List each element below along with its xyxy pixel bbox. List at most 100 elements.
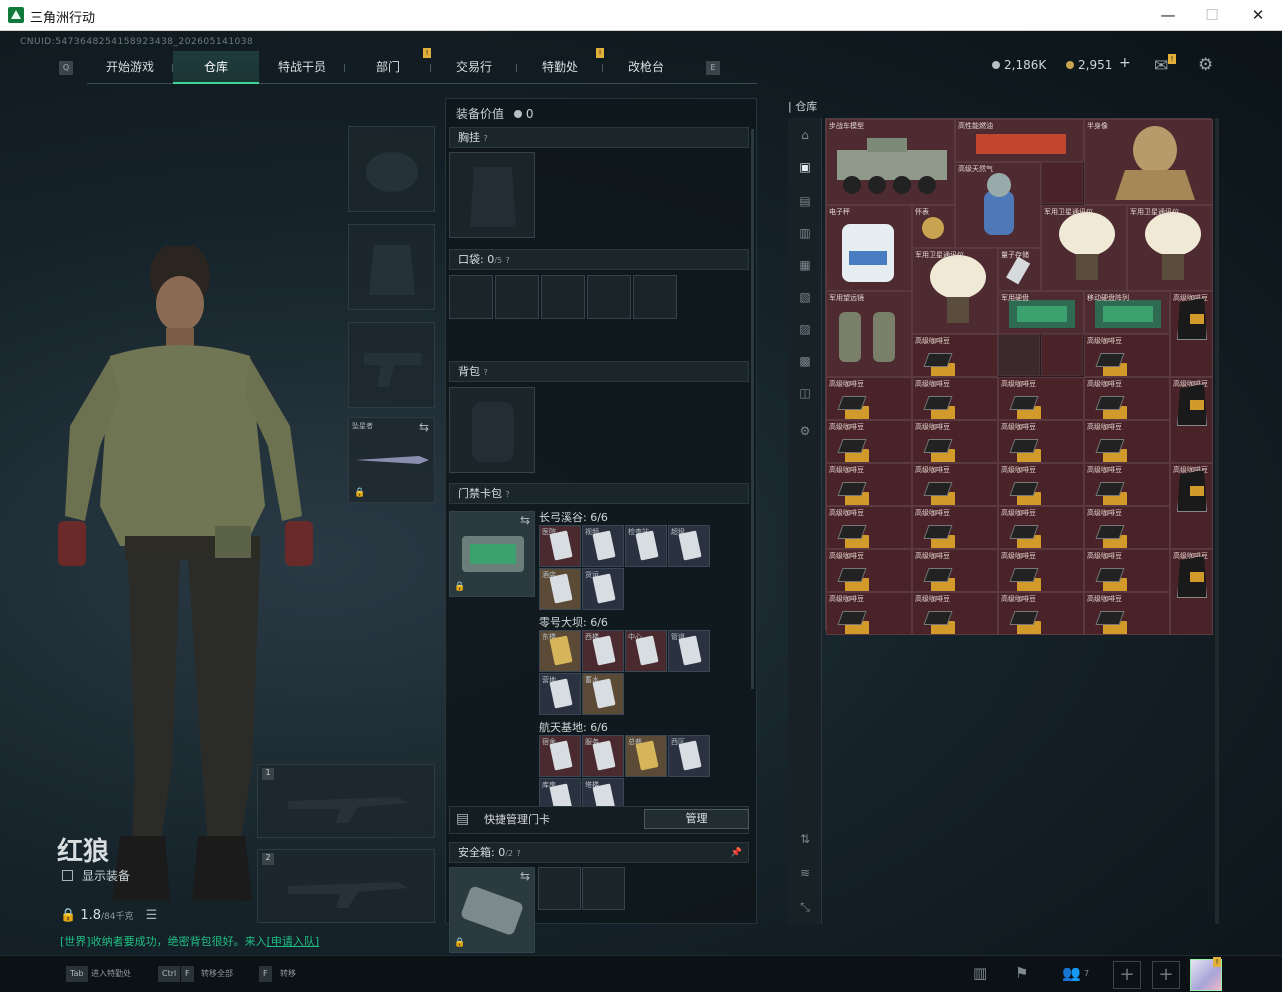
storage-item[interactable]: 量子存储 bbox=[998, 248, 1041, 291]
list-icon[interactable]: ☰ bbox=[146, 908, 158, 923]
swap-icon[interactable]: ⇆ bbox=[520, 869, 530, 883]
safe-box-cell[interactable] bbox=[582, 867, 625, 910]
pin-icon[interactable]: 📌 bbox=[731, 843, 742, 863]
gear-category-icon[interactable]: ▨ bbox=[797, 322, 813, 336]
coffee-box-item[interactable]: 高级咖啡豆 bbox=[1084, 506, 1170, 549]
keycard-item[interactable]: 西区 bbox=[668, 735, 710, 777]
weapons-icon[interactable]: ▤ bbox=[797, 194, 813, 208]
storage-item[interactable]: 军用卫星通讯仪 bbox=[1041, 205, 1127, 291]
coffee-box-item[interactable]: 高级咖啡豆 bbox=[1084, 592, 1170, 635]
minimize-button[interactable]: — bbox=[1155, 4, 1181, 26]
keycard-item[interactable]: 服务 bbox=[582, 735, 624, 777]
tab-warehouse[interactable]: 仓库 bbox=[173, 51, 259, 84]
pocket-slot[interactable] bbox=[541, 275, 585, 319]
keycard-item[interactable]: 西楼 bbox=[582, 630, 624, 672]
scrollbar[interactable] bbox=[751, 129, 754, 689]
apply-team-link[interactable]: [申请入队] bbox=[267, 935, 320, 948]
storage-item[interactable]: 移动硬盘阵列 bbox=[1084, 291, 1170, 334]
flag-icon[interactable]: ⚑ bbox=[1015, 964, 1028, 982]
keycard-item[interactable]: 酒店 bbox=[539, 568, 581, 610]
expand-icon[interactable]: ⤡ bbox=[797, 900, 813, 914]
coffee-box-item[interactable]: 高级咖啡豆 bbox=[912, 549, 998, 592]
storage-item[interactable]: 半身像 bbox=[1084, 119, 1213, 205]
armor-icon[interactable]: ▦ bbox=[797, 258, 813, 272]
keycard-item[interactable]: 超级 bbox=[668, 525, 710, 567]
manage-keycards-button[interactable]: 管理 bbox=[644, 809, 749, 829]
coffee-box-item[interactable]: 高级咖啡豆 bbox=[1084, 377, 1170, 420]
keycard-item[interactable]: 检查站 bbox=[625, 525, 667, 567]
coffee-box-item[interactable]: 高级咖啡豆 bbox=[998, 506, 1084, 549]
chest-rig-slot[interactable] bbox=[449, 152, 535, 238]
storage-item[interactable]: 军用硬盘 bbox=[998, 291, 1084, 334]
keycard-item[interactable]: 营地 bbox=[539, 673, 581, 715]
pocket-slot[interactable] bbox=[495, 275, 539, 319]
keycard-case-slot[interactable]: ⇆ 🔒 bbox=[449, 511, 535, 597]
f-key[interactable]: F bbox=[181, 966, 194, 982]
f-key[interactable]: F bbox=[259, 966, 272, 982]
coffee-box-item[interactable]: 高级咖啡豆 bbox=[1084, 463, 1170, 506]
coffee-bag-item[interactable]: 高级咖啡豆 bbox=[1170, 291, 1213, 377]
nav-prev-key[interactable]: Q bbox=[59, 61, 73, 75]
coffee-box-item[interactable]: 高级咖啡豆 bbox=[912, 377, 998, 420]
coffee-box-item[interactable]: 高级咖啡豆 bbox=[826, 463, 912, 506]
friends-icon[interactable]: 👥 bbox=[1062, 964, 1081, 982]
storage-item[interactable]: 军用卫星通讯仪 bbox=[912, 248, 998, 334]
add-currency-button[interactable]: + bbox=[1119, 55, 1131, 71]
pistol-slot[interactable] bbox=[348, 322, 435, 408]
coffee-box-item[interactable]: 高级咖啡豆 bbox=[826, 420, 912, 463]
coffee-bag-item[interactable]: 高级咖啡豆 bbox=[1170, 463, 1213, 549]
coffee-box-item[interactable]: 高级咖啡豆 bbox=[1084, 334, 1170, 377]
maximize-button[interactable]: ☐ bbox=[1199, 4, 1225, 26]
keycard-item[interactable]: 视频 bbox=[582, 525, 624, 567]
storage-cell[interactable] bbox=[1041, 162, 1083, 204]
storage-item[interactable]: 步战车模型 bbox=[826, 119, 955, 205]
tab-operators[interactable]: 特战干员 bbox=[259, 51, 345, 84]
safe-box-cell[interactable] bbox=[538, 867, 581, 910]
collectibles-icon[interactable]: ▣ bbox=[797, 160, 813, 174]
coffee-box-item[interactable]: 高级咖啡豆 bbox=[826, 549, 912, 592]
tab-department[interactable]: 部门 bbox=[345, 51, 431, 84]
invite-slot-button[interactable]: + bbox=[1113, 961, 1141, 989]
helmet-slot[interactable] bbox=[348, 126, 435, 212]
coffee-box-item[interactable]: 高级咖啡豆 bbox=[998, 592, 1084, 635]
coffee-bag-item[interactable]: 高级咖啡豆 bbox=[1170, 377, 1213, 463]
stats-icon[interactable]: ▥ bbox=[973, 964, 987, 982]
layers-icon[interactable]: ≋ bbox=[797, 866, 813, 880]
storage-item[interactable]: 高级天然气 bbox=[955, 162, 1041, 248]
tab-gunsmith[interactable]: 改枪台 bbox=[603, 51, 689, 84]
melee-slot[interactable]: 坠星者 ⇆ 🔒 bbox=[348, 417, 435, 503]
keycard-item[interactable]: 总裁 bbox=[625, 735, 667, 777]
keycard-item[interactable]: 医院 bbox=[539, 525, 581, 567]
invite-slot-button[interactable]: + bbox=[1152, 961, 1180, 989]
coffee-box-item[interactable]: 高级咖啡豆 bbox=[998, 377, 1084, 420]
close-button[interactable]: ✕ bbox=[1245, 4, 1271, 26]
coffee-box-item[interactable]: 高级咖啡豆 bbox=[998, 463, 1084, 506]
tab-trade[interactable]: 交易行 bbox=[431, 51, 517, 84]
medical-icon[interactable]: ▧ bbox=[797, 290, 813, 304]
coffee-bag-item[interactable]: 高级咖啡豆 bbox=[1170, 549, 1213, 635]
tab-key[interactable]: Tab bbox=[66, 966, 88, 982]
gear-icon[interactable]: ⚙ bbox=[1198, 55, 1213, 75]
keycard-item[interactable]: 货运 bbox=[582, 568, 624, 610]
coffee-box-item[interactable]: 高级咖啡豆 bbox=[826, 506, 912, 549]
storage-cell[interactable] bbox=[998, 334, 1040, 376]
keycard-item[interactable]: 宿舍 bbox=[539, 735, 581, 777]
safe-box-slot[interactable]: ⇆ 🔒 bbox=[449, 867, 535, 953]
keycard-item[interactable]: 蓄水 bbox=[582, 673, 624, 715]
coffee-box-item[interactable]: 高级咖啡豆 bbox=[826, 377, 912, 420]
primary-weapon-slot[interactable]: 1 bbox=[257, 764, 435, 838]
coffee-box-item[interactable]: 高级咖啡豆 bbox=[1084, 549, 1170, 592]
coffee-box-item[interactable]: 高级咖啡豆 bbox=[998, 549, 1084, 592]
storage-item[interactable]: 怀表 bbox=[912, 205, 955, 248]
tab-special-ops[interactable]: 特勤处 bbox=[517, 51, 603, 84]
scrollbar[interactable] bbox=[1215, 118, 1219, 924]
gear-icon[interactable]: ⚙ bbox=[797, 424, 813, 438]
secondary-weapon-slot[interactable]: 2 bbox=[257, 849, 435, 923]
ctrl-key[interactable]: Ctrl bbox=[158, 966, 181, 982]
storage-item[interactable]: 军用卫星通讯仪 bbox=[1127, 205, 1213, 291]
coffee-box-item[interactable]: 高级咖啡豆 bbox=[912, 334, 998, 377]
misc-icon[interactable]: ◫ bbox=[797, 386, 813, 400]
swap-icon[interactable]: ⇆ bbox=[419, 420, 429, 434]
coffee-box-item[interactable]: 高级咖啡豆 bbox=[1084, 420, 1170, 463]
backpack-slot[interactable] bbox=[449, 387, 535, 473]
